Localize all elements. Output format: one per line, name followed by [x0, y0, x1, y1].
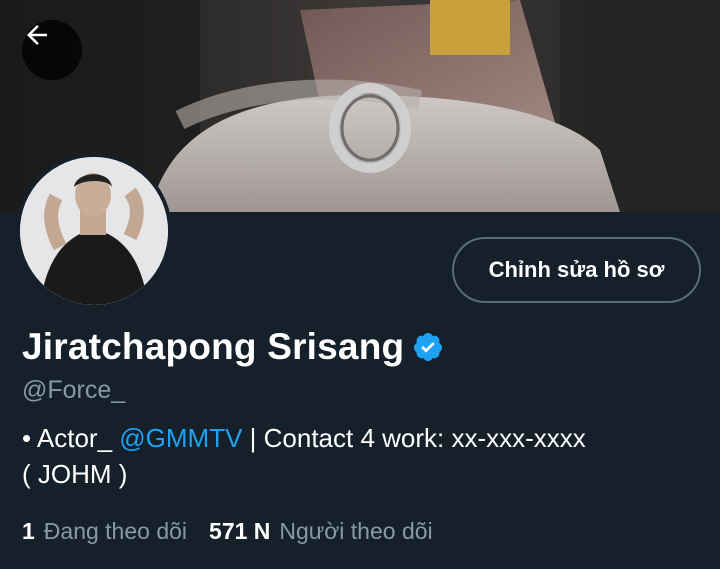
bio-prefix: • Actor_ — [22, 423, 120, 453]
profile-stats: 1 Đang theo dõi 571 N Người theo dõi — [22, 518, 433, 545]
bio-line2: ( JOHM ) — [22, 459, 128, 489]
following-label: Đang theo dõi — [43, 518, 188, 544]
edit-profile-button[interactable]: Chỉnh sửa hồ sơ — [452, 237, 701, 303]
following-link[interactable]: 1 Đang theo dõi — [22, 518, 187, 545]
verified-badge-icon — [414, 333, 443, 361]
back-button[interactable] — [22, 20, 82, 80]
arrow-left-icon — [27, 25, 47, 45]
following-count: 1 — [22, 518, 35, 544]
name-row: Jiratchapong Srisang — [22, 326, 444, 368]
profile-bio: • Actor_ @GMMTV | Contact 4 work: xx-xxx… — [22, 420, 702, 492]
bio-mention-link[interactable]: @GMMTV — [119, 423, 242, 453]
profile-name: Jiratchapong Srisang — [22, 326, 405, 367]
followers-label: Người theo dõi — [279, 518, 433, 544]
bio-suffix: | Contact 4 work: xx-xxx-xxxx — [242, 423, 586, 453]
profile-handle: @Force_ — [22, 376, 126, 404]
avatar[interactable] — [16, 153, 172, 309]
followers-count: 571 N — [209, 518, 271, 544]
followers-link[interactable]: 571 N Người theo dõi — [209, 518, 433, 545]
avatar-image — [20, 157, 168, 305]
